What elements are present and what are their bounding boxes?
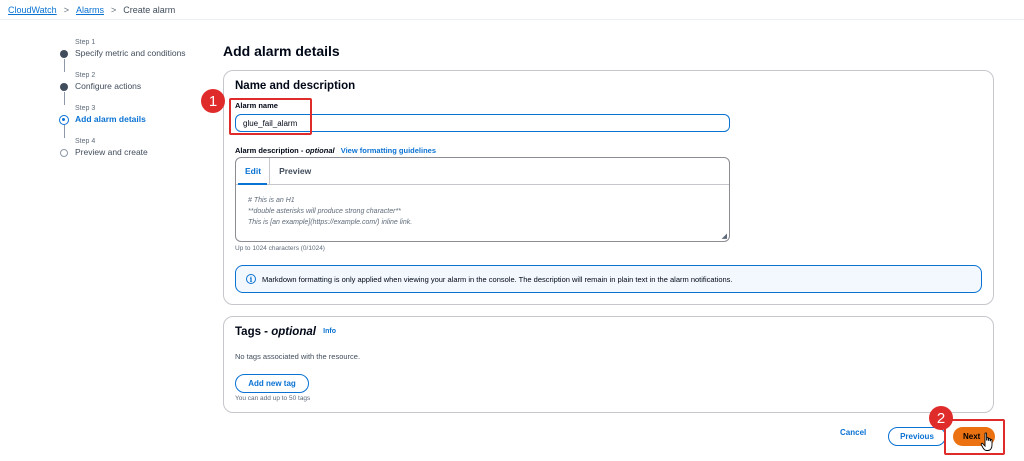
editor-tabs: Edit Preview — [236, 158, 729, 185]
alarm-description-label: Alarm description - optional View format… — [235, 146, 436, 155]
step-title: Configure actions — [75, 81, 142, 91]
step-title: Preview and create — [75, 147, 148, 157]
resize-handle-icon[interactable]: ◢ — [722, 232, 727, 240]
annotation-box-alarm-name — [229, 98, 312, 135]
step-title: Add alarm details — [75, 114, 146, 124]
breadcrumb-separator: > — [63, 5, 69, 15]
breadcrumb: CloudWatch > Alarms > Create alarm — [8, 3, 175, 17]
wizard-steps: Step 1 Specify metric and conditions Ste… — [59, 38, 210, 170]
character-count: Up to 1024 characters (0/1024) — [235, 245, 325, 252]
step-number: Step 1 — [75, 39, 96, 46]
tags-info-link[interactable]: Info — [323, 328, 336, 335]
cancel-button[interactable]: Cancel — [840, 428, 866, 437]
tags-panel: Tags - optional Info No tags associated … — [223, 316, 994, 413]
step-title: Specify metric and conditions — [75, 48, 186, 58]
tags-header-text: Tags - — [235, 326, 272, 338]
breadcrumb-alarms-link[interactable]: Alarms — [76, 5, 104, 15]
tag-limit-text: You can add up to 50 tags — [235, 395, 311, 402]
wizard-step-1[interactable]: Step 1 Specify metric and conditions — [60, 38, 210, 72]
step-complete-dot-icon — [60, 50, 68, 58]
placeholder-line: This is [an example](https://example.com… — [248, 219, 413, 226]
panel-header: Name and description — [235, 80, 356, 92]
breadcrumb-current: Create alarm — [123, 5, 176, 15]
no-tags-text: No tags associated with the resource. — [235, 352, 361, 361]
name-description-panel: Name and description Alarm name Alarm de… — [223, 70, 994, 305]
step-active-dot-icon — [59, 115, 69, 125]
add-new-tag-button[interactable]: Add new tag — [235, 374, 309, 393]
description-editor[interactable]: Edit Preview # This is an H1 **double as… — [235, 157, 730, 242]
breadcrumb-cloudwatch-link[interactable]: CloudWatch — [8, 5, 57, 15]
wizard-step-3: Step 3 Add alarm details — [59, 104, 210, 138]
panel-header: Tags - optional Info — [235, 326, 336, 338]
optional-text: optional — [305, 146, 335, 155]
description-label-text: Alarm description - — [235, 146, 306, 155]
info-alert: i Markdown formatting is only applied wh… — [235, 265, 982, 293]
optional-text: optional — [271, 326, 316, 338]
step-pending-dot-icon — [60, 149, 68, 157]
step-number: Step 2 — [75, 72, 96, 79]
breadcrumb-separator: > — [110, 5, 117, 15]
info-alert-text: Markdown formatting is only applied when… — [262, 274, 733, 284]
placeholder-line: # This is an H1 — [248, 197, 295, 204]
hand-pointer-cursor-icon — [980, 432, 993, 451]
header-divider — [0, 19, 1024, 20]
info-icon: i — [246, 274, 256, 284]
previous-button[interactable]: Previous — [888, 427, 946, 446]
tab-preview[interactable]: Preview — [270, 158, 319, 184]
tab-edit[interactable]: Edit — [236, 158, 271, 185]
step-complete-dot-icon — [60, 83, 68, 91]
description-placeholder: # This is an H1 **double asterisks will … — [248, 195, 412, 228]
step-number: Step 3 — [75, 105, 96, 112]
step-number: Step 4 — [75, 138, 96, 145]
formatting-guidelines-link[interactable]: View formatting guidelines — [341, 146, 436, 155]
wizard-step-2[interactable]: Step 2 Configure actions — [60, 71, 210, 105]
wizard-step-4: Step 4 Preview and create — [60, 137, 210, 170]
placeholder-line: **double asterisks will produce strong c… — [248, 208, 401, 215]
annotation-badge-1: 1 — [201, 89, 225, 113]
annotation-badge-2: 2 — [929, 406, 953, 430]
page-title: Add alarm details — [223, 43, 340, 59]
